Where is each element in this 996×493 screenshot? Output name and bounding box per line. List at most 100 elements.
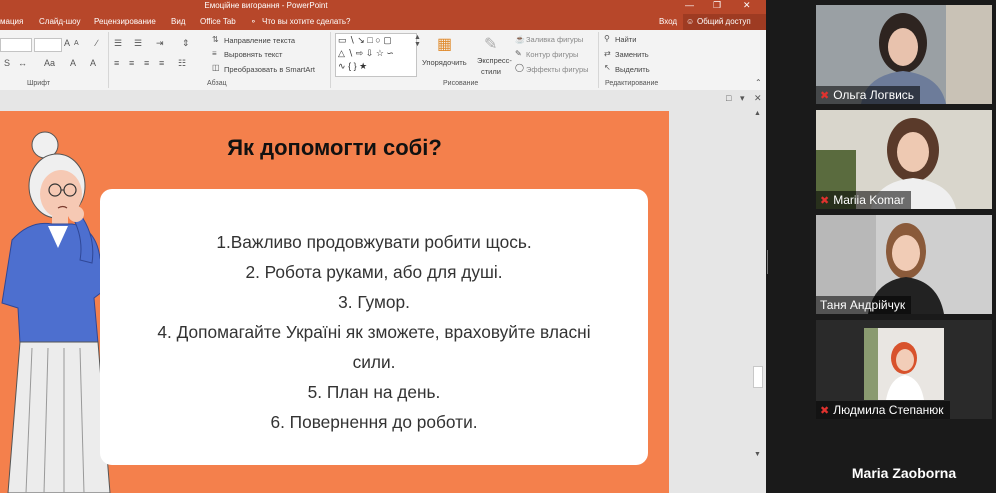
slide[interactable]: Як допомогти собі? 1.Важливо продовжуват… bbox=[0, 111, 669, 493]
clear-format-icon[interactable]: ∕ bbox=[96, 38, 98, 48]
justify-icon[interactable]: ≡ bbox=[159, 58, 164, 68]
scroll-thumb[interactable] bbox=[753, 366, 763, 388]
star-shape-icon[interactable]: ☆ bbox=[376, 48, 384, 58]
dropdown-icon[interactable]: ▾ bbox=[740, 93, 745, 104]
tab-office-tab[interactable]: Office Tab bbox=[200, 17, 236, 26]
scroll-down-icon[interactable]: ▼ bbox=[754, 451, 761, 458]
group-label-drawing: Рисование bbox=[443, 80, 479, 87]
quick-styles-icon: ✎ bbox=[484, 36, 498, 53]
align-left-icon[interactable]: ≡ bbox=[114, 58, 119, 68]
participants-panel: ✖ Ольга Логвись ✖ Mariia Komar Таня Андр… bbox=[772, 0, 996, 493]
participant-tile[interactable]: ✖ Ольга Логвись bbox=[816, 5, 992, 104]
align-right-icon[interactable]: ≡ bbox=[144, 58, 149, 68]
share-label: Общий доступ bbox=[697, 17, 751, 26]
arrange-button[interactable]: Упорядочить bbox=[422, 58, 467, 67]
list-item: 5. План на день. bbox=[307, 382, 441, 402]
effects-icon: ◯ bbox=[515, 63, 524, 72]
smartart-icon: ◫ bbox=[212, 63, 220, 72]
rectangle-shape-icon[interactable]: □ bbox=[367, 35, 372, 45]
tab-animation[interactable]: мация bbox=[0, 17, 23, 26]
tab-review[interactable]: Рецензирование bbox=[94, 17, 156, 26]
highlight-icon[interactable]: A bbox=[90, 58, 96, 68]
indent-icon[interactable]: ⇥ bbox=[156, 38, 164, 49]
shape-outline-button[interactable]: Контур фигуры bbox=[526, 50, 578, 59]
cursor-icon: ↖ bbox=[604, 63, 611, 72]
font-color-icon[interactable]: A bbox=[70, 58, 76, 68]
participant-name: Таня Андрійчук bbox=[820, 298, 906, 312]
down-arrow-icon[interactable]: ⇩ bbox=[366, 48, 374, 58]
character-spacing-icon[interactable]: ↔ bbox=[18, 58, 27, 68]
sign-in-link[interactable]: Вход bbox=[659, 17, 677, 26]
curve-shape-icon[interactable]: ∽ bbox=[386, 48, 394, 58]
arrow-shape-icon[interactable]: ↘ bbox=[357, 35, 365, 45]
quick-styles-label-1[interactable]: Экспресс- bbox=[477, 56, 512, 65]
right-arrow-icon[interactable]: ⇨ bbox=[356, 48, 364, 58]
window-title: Емоційне вигорання - PowerPoint bbox=[204, 1, 328, 10]
replace-icon: ⇄ bbox=[604, 49, 611, 58]
text-direction-button[interactable]: Направление текста bbox=[224, 36, 295, 45]
triangle-shape-icon[interactable]: △ bbox=[338, 48, 345, 58]
rounded-rect-icon[interactable]: ▢ bbox=[383, 35, 392, 45]
shrink-font-icon[interactable]: A bbox=[74, 40, 79, 47]
list-item: сили. bbox=[352, 352, 396, 372]
share-button[interactable]: ☺ Общий доступ bbox=[683, 14, 766, 30]
brace-shape-icon[interactable]: } bbox=[354, 61, 357, 71]
pen-icon: ✎ bbox=[515, 49, 522, 58]
restore-icon[interactable]: ❐ bbox=[713, 0, 721, 11]
mic-muted-icon: ✖ bbox=[820, 194, 830, 207]
participant-tile[interactable]: Maria Zaoborna bbox=[816, 425, 992, 493]
replace-button[interactable]: Заменить bbox=[615, 50, 649, 59]
ribbon-separator bbox=[598, 32, 599, 88]
participant-tile[interactable]: ✖ Людмила Степанюк bbox=[816, 320, 992, 419]
title-bar: Емоційне вигорання - PowerPoint — ❐ ✕ bbox=[0, 0, 766, 14]
align-center-icon[interactable]: ≡ bbox=[129, 58, 134, 68]
ribbon: A A ∕ S ↔ Aa A A Шрифт ☰ ☰ ⇥ ⇕ ≡ ≡ ≡ ≡ ☷… bbox=[0, 30, 766, 91]
lightbulb-icon: ⚬ bbox=[250, 17, 257, 26]
convert-smartart-button[interactable]: Преобразовать в SmartArt bbox=[224, 65, 315, 74]
font-size-field[interactable] bbox=[34, 38, 62, 52]
font-name-field[interactable] bbox=[0, 38, 32, 52]
columns-icon[interactable]: ☷ bbox=[178, 58, 186, 69]
shape-effects-button[interactable]: Эффекты фигуры bbox=[526, 65, 589, 74]
close-icon[interactable]: ✕ bbox=[743, 0, 751, 11]
shapes-gallery[interactable]: ▭ ∖ ↘ □ ○ ▢ △ ∖ ⇨ ⇩ ☆ ∽ ∿ { } ★ bbox=[335, 33, 417, 77]
numbering-icon[interactable]: ☰ bbox=[134, 38, 142, 49]
gallery-scroll-icon[interactable]: ▲ ▼ bbox=[414, 34, 421, 48]
tell-me-search[interactable]: Что вы хотите сделать? bbox=[262, 17, 350, 26]
search-icon: ⚲ bbox=[604, 34, 610, 43]
align-text-button[interactable]: Выровнять текст bbox=[224, 50, 282, 59]
line-shape-icon[interactable]: ∖ bbox=[349, 35, 355, 45]
notes-icon[interactable]: □ bbox=[726, 93, 731, 103]
select-button[interactable]: Выделить bbox=[615, 65, 650, 74]
tab-view[interactable]: Вид bbox=[171, 17, 185, 26]
vertical-scrollbar[interactable]: ▲ ▼ bbox=[752, 108, 763, 493]
tab-slideshow[interactable]: Слайд-шоу bbox=[39, 17, 80, 26]
star-shape-icon[interactable]: ★ bbox=[359, 61, 367, 71]
rectangle-shape-icon[interactable]: ▭ bbox=[338, 35, 347, 45]
line-spacing-icon[interactable]: ⇕ bbox=[182, 38, 190, 49]
minimize-icon[interactable]: — bbox=[685, 0, 694, 10]
find-button[interactable]: Найти bbox=[615, 35, 636, 44]
participant-tile[interactable]: ✖ Mariia Komar bbox=[816, 110, 992, 209]
change-case-icon[interactable]: Aa bbox=[44, 58, 55, 68]
curve-shape-icon[interactable]: ∿ bbox=[338, 61, 346, 71]
group-label-editing: Редактирование bbox=[605, 80, 659, 87]
close-pane-icon[interactable]: ✕ bbox=[754, 93, 762, 104]
list-item: 2. Робота руками, або для душі. bbox=[245, 262, 503, 282]
strikethrough-icon[interactable]: S bbox=[4, 58, 10, 68]
oval-shape-icon[interactable]: ○ bbox=[375, 35, 380, 45]
bullets-icon[interactable]: ☰ bbox=[114, 38, 122, 49]
collapse-ribbon-icon[interactable]: ⌃ bbox=[755, 78, 762, 87]
shape-fill-button[interactable]: Заливка фигуры bbox=[526, 35, 583, 44]
line-shape-icon[interactable]: ∖ bbox=[347, 48, 353, 58]
thinking-woman-illustration bbox=[1, 131, 111, 493]
brace-shape-icon[interactable]: { bbox=[348, 61, 351, 71]
grow-font-icon[interactable]: A bbox=[64, 38, 70, 48]
participant-name: Людмила Степанюк bbox=[833, 403, 944, 417]
paint-bucket-icon: ☕ bbox=[515, 35, 525, 44]
participant-tile[interactable]: Таня Андрійчук bbox=[816, 215, 992, 314]
align-text-icon: ≡ bbox=[212, 49, 217, 58]
name-tag: ✖ Людмила Степанюк bbox=[816, 401, 950, 419]
scroll-up-icon[interactable]: ▲ bbox=[754, 110, 761, 117]
quick-styles-label-2[interactable]: стили bbox=[481, 67, 501, 76]
